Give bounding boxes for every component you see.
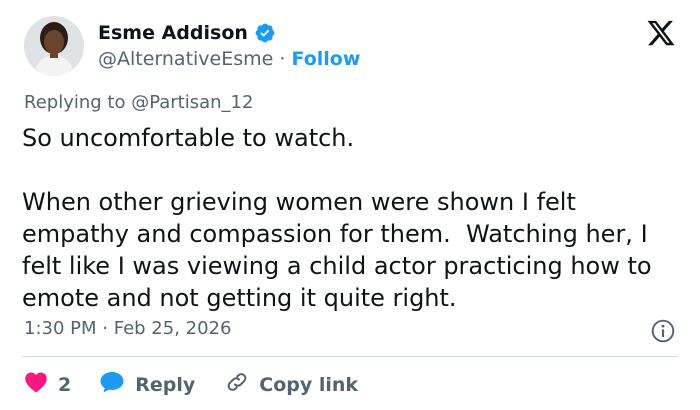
- verified-badge-icon: [254, 22, 276, 44]
- reply-bubble-icon: [99, 370, 125, 399]
- avatar-image: [24, 16, 84, 76]
- handle-separator: ·: [279, 48, 292, 70]
- tweet-text: So uncomfortable to watch. When other gr…: [22, 124, 652, 312]
- display-name[interactable]: Esme Addison: [98, 22, 248, 44]
- link-icon: [225, 370, 249, 399]
- timestamp-separator: ·: [102, 318, 114, 339]
- copy-link-button[interactable]: Copy link: [225, 370, 358, 399]
- heart-icon: [24, 371, 48, 398]
- info-icon[interactable]: [650, 318, 676, 344]
- tweet-timestamp[interactable]: 1:30 PM · Feb 25, 2026: [24, 318, 231, 339]
- follow-button[interactable]: Follow: [291, 48, 360, 70]
- divider: [22, 356, 678, 357]
- reply-prefix: Replying to: [24, 92, 132, 113]
- reply-mention-link[interactable]: @Partisan_12: [131, 92, 253, 113]
- tweet-date: Feb 25, 2026: [113, 318, 232, 339]
- author-handle[interactable]: @AlternativeEsme: [98, 48, 273, 70]
- author-name-row: Esme Addison: [98, 22, 276, 44]
- handle-row: @AlternativeEsme · Follow: [98, 48, 360, 70]
- like-count: 2: [58, 373, 72, 396]
- like-button[interactable]: 2: [24, 371, 99, 398]
- action-bar: 2 Reply Copy link: [24, 370, 358, 399]
- avatar[interactable]: [24, 16, 84, 76]
- x-logo-icon[interactable]: [646, 18, 676, 48]
- reply-button[interactable]: Reply: [99, 370, 225, 399]
- tweet-time: 1:30 PM: [24, 318, 97, 339]
- reply-label: Reply: [135, 373, 196, 396]
- copy-link-label: Copy link: [259, 373, 359, 396]
- reply-context: Replying to @Partisan_12: [24, 92, 253, 113]
